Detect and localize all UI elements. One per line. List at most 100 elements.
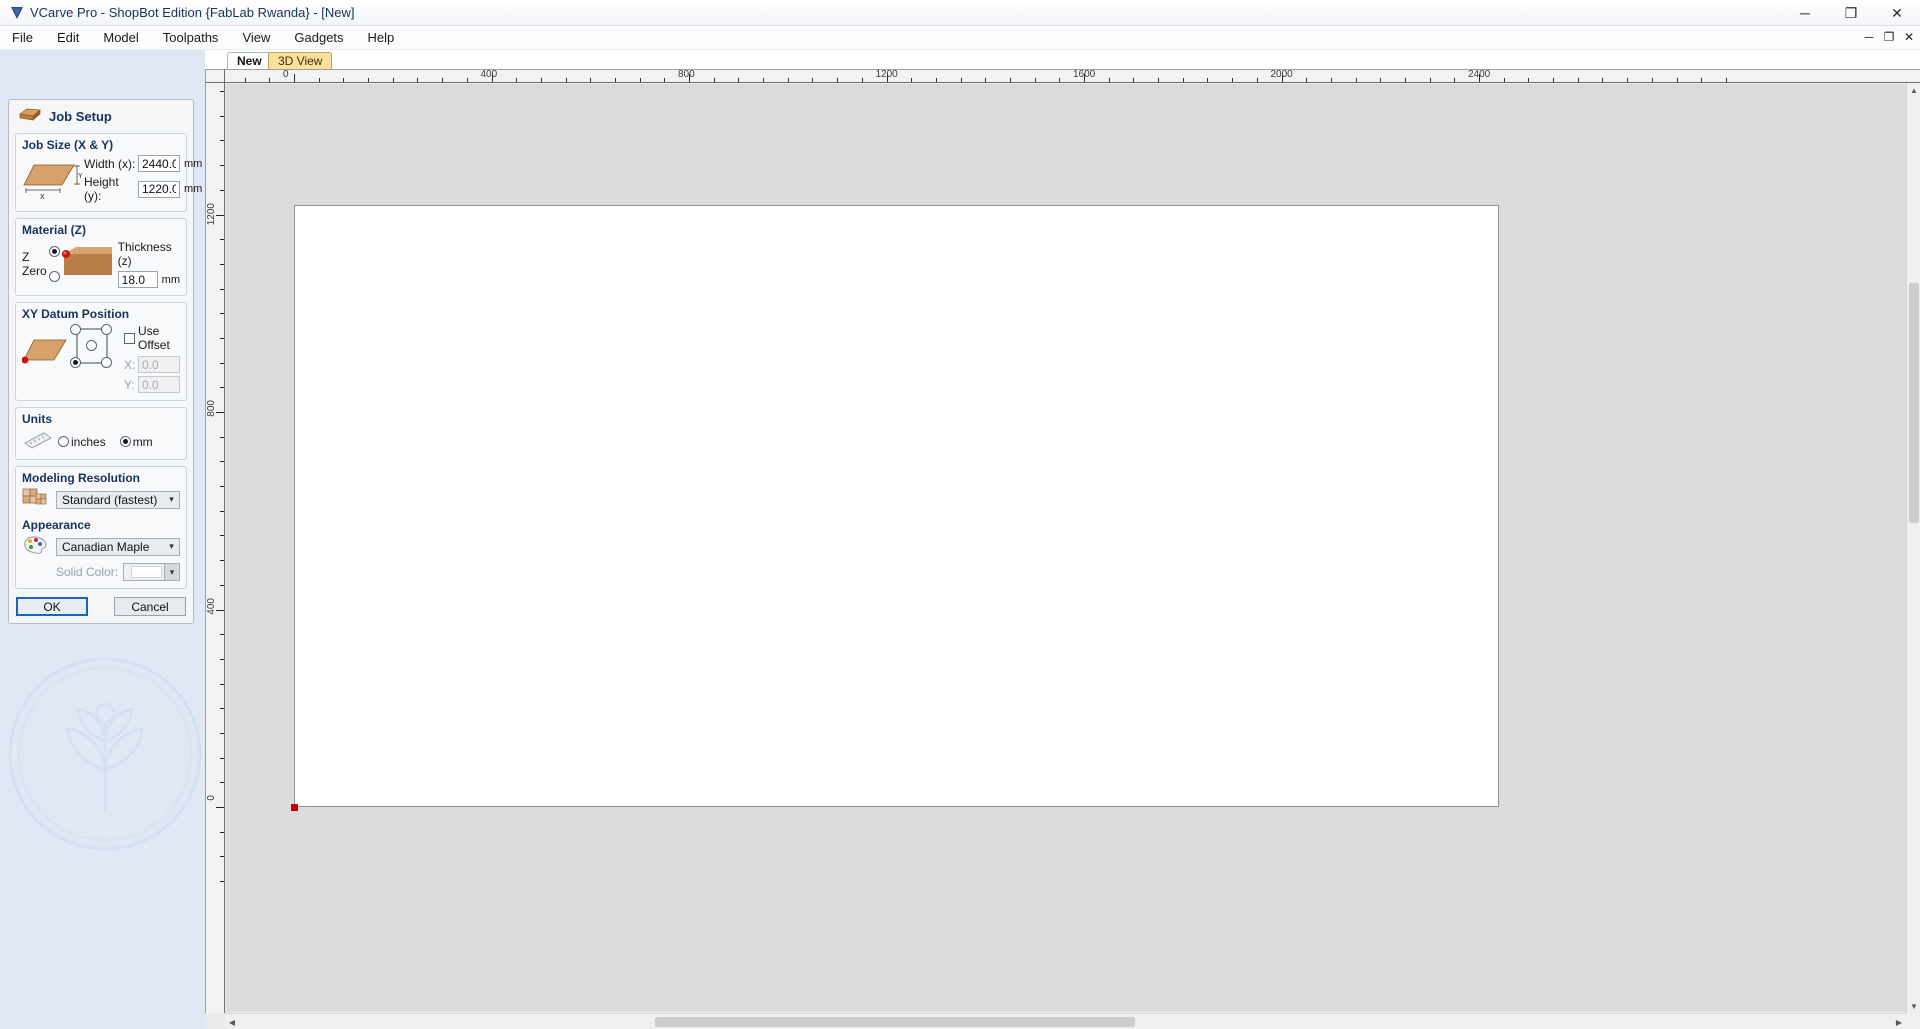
thickness-label: Thickness (z) (117, 240, 172, 268)
ruler-tick (220, 362, 224, 364)
tab-new[interactable]: New (227, 52, 272, 69)
offset-x-input[interactable] (138, 356, 180, 373)
horizontal-scroll-thumb[interactable] (655, 1017, 1135, 1027)
ruler-tick (1429, 78, 1431, 82)
ruler-tick (220, 634, 224, 636)
datum-top-right-radio[interactable] (101, 324, 112, 335)
vertical-scroll-thumb[interactable] (1909, 283, 1919, 523)
ruler-tick (1133, 78, 1135, 82)
menu-item-gadgets[interactable]: Gadgets (282, 27, 355, 48)
ruler-tick (343, 78, 345, 82)
ruler-tick (1553, 78, 1555, 82)
ruler-tick (417, 78, 419, 82)
ruler-tick (516, 78, 518, 82)
datum-center-radio[interactable] (86, 340, 97, 351)
chevron-down-icon: ▾ (164, 564, 179, 580)
use-offset-checkbox[interactable] (124, 332, 135, 344)
units-mm-radio[interactable] (119, 436, 131, 447)
horizontal-ruler[interactable]: 0 400 800 1200 1600 2000 2400 (225, 69, 1920, 83)
height-input[interactable] (138, 180, 180, 198)
ruler-tick (812, 78, 814, 82)
scrollbar-corner (1906, 1013, 1920, 1029)
z-zero-bottom-radio[interactable] (48, 271, 60, 282)
ruler-tick (442, 78, 444, 82)
datum-bottom-right-radio[interactable] (101, 357, 112, 368)
appearance-select[interactable]: Canadian Maple ▾ (56, 537, 180, 556)
ruler-tick (220, 831, 224, 833)
ruler-tick (220, 560, 224, 562)
xy-datum-title: XY Datum Position (22, 307, 130, 321)
design-canvas[interactable] (226, 84, 1906, 1012)
decorative-watermark (8, 657, 202, 851)
vertical-scrollbar[interactable]: ▲ ▼ (1906, 83, 1920, 1013)
mdi-restore-button[interactable]: ❐ (1882, 30, 1896, 44)
application-window: VCarve Pro - ShopBot Edition {FabLab Rwa… (0, 0, 1920, 1029)
menu-item-file[interactable]: File (0, 27, 45, 48)
scroll-down-arrow[interactable]: ▼ (1907, 999, 1920, 1013)
vertical-ruler[interactable]: 0 400 800 1200 (205, 83, 225, 1013)
ruler-tick (1330, 78, 1332, 82)
grid-blocks-icon (22, 488, 56, 511)
ruler-tick (220, 91, 224, 93)
ruler-tick (368, 78, 370, 82)
ruler-tick (220, 881, 224, 883)
menu-item-help[interactable]: Help (356, 27, 407, 48)
ruler-tick (220, 683, 224, 685)
ruler-tick (1182, 78, 1184, 82)
window-title: VCarve Pro - ShopBot Edition {FabLab Rwa… (30, 5, 355, 20)
ruler-tick (614, 78, 616, 82)
close-button[interactable]: ✕ (1874, 0, 1920, 26)
offset-y-input[interactable] (138, 376, 180, 393)
datum-bottom-left-radio[interactable] (70, 357, 81, 368)
window-controls: ─ ❐ ✕ (1782, 0, 1920, 26)
ruler-tick (1009, 78, 1011, 82)
menu-item-toolpaths[interactable]: Toolpaths (151, 27, 231, 48)
job-size-illustration: Y X (22, 155, 84, 204)
width-input[interactable] (138, 155, 180, 172)
maximize-button[interactable]: ❐ (1828, 0, 1874, 26)
modeling-resolution-title: Modeling Resolution (22, 471, 140, 485)
tab-3d-view[interactable]: 3D View (268, 52, 333, 69)
ruler-tick (294, 74, 295, 82)
material-z-group: Material (Z) Z Zero Thickness (z) 18.0 m… (15, 218, 187, 296)
ok-button[interactable]: OK (16, 597, 88, 616)
ruler-tick (738, 78, 740, 82)
ruler-corner-box (205, 69, 225, 83)
ruler-tick (960, 78, 962, 82)
mdi-minimize-button[interactable]: ─ (1862, 30, 1876, 44)
tab-new-label: New (237, 54, 262, 68)
cancel-button[interactable]: Cancel (114, 597, 186, 616)
datum-top-left-radio[interactable] (70, 324, 81, 335)
minimize-button[interactable]: ─ (1782, 0, 1828, 26)
ruler-tick (1454, 78, 1456, 82)
mdi-close-button[interactable]: ✕ (1902, 30, 1916, 44)
thickness-input[interactable] (117, 271, 158, 288)
modeling-resolution-select[interactable]: Standard (fastest) ▾ (56, 490, 180, 509)
job-box-icon (19, 107, 41, 126)
ruler-tick (565, 78, 567, 82)
xy-datum-pad[interactable] (70, 324, 118, 368)
units-inches-radio[interactable] (58, 436, 69, 447)
width-unit: mm (184, 157, 203, 170)
scroll-left-arrow[interactable]: ◀ (225, 1014, 239, 1029)
ruler-tick (540, 78, 542, 82)
scroll-up-arrow[interactable]: ▲ (1907, 83, 1920, 97)
ruler-tick (216, 412, 224, 413)
ruler-label-v: 1200 (206, 202, 217, 225)
vcarve-logo-icon (6, 2, 28, 24)
menu-item-model[interactable]: Model (91, 27, 150, 48)
menu-item-edit[interactable]: Edit (45, 27, 91, 48)
ruler-tick (837, 78, 839, 82)
ruler-tick (1676, 78, 1678, 82)
horizontal-scrollbar[interactable]: ◀ ▶ (225, 1013, 1906, 1029)
scroll-right-arrow[interactable]: ▶ (1892, 1014, 1906, 1029)
xy-datum-group: XY Datum Position Use Offset X: 0.0 Y: 0… (15, 302, 187, 401)
mdi-window-controls: ─ ❐ ✕ (1862, 26, 1916, 48)
solid-color-picker[interactable]: ▾ (123, 563, 180, 581)
z-zero-top-radio[interactable] (48, 246, 60, 257)
ruler-tick (220, 115, 224, 117)
menu-item-view[interactable]: View (230, 27, 282, 48)
material-sheet[interactable] (294, 204, 1499, 807)
ruler-tick (1158, 78, 1160, 82)
ruler-tick (220, 140, 224, 142)
